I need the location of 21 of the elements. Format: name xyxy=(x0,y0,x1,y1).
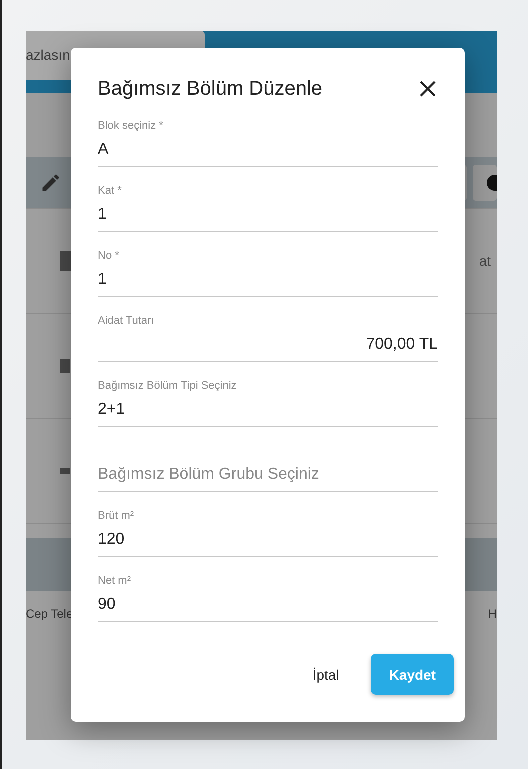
field-label: Net m² xyxy=(98,575,132,589)
column-header: H xyxy=(488,606,497,620)
input-field[interactable]: A xyxy=(98,135,438,167)
field-label: Blok seçiniz * xyxy=(98,120,164,134)
row-text: at xyxy=(479,253,491,269)
input-field[interactable]: 90 xyxy=(98,590,438,622)
field-label: Brüt m² xyxy=(98,510,136,524)
field-label: Bağımsız Bölüm Tipi Seçiniz xyxy=(98,380,238,394)
toolbar-button[interactable] xyxy=(473,164,497,200)
input-field[interactable]: 1 xyxy=(98,265,438,297)
input-field[interactable]: 700,00 TL xyxy=(98,330,438,362)
input-field[interactable]: 1 xyxy=(98,200,438,232)
pencil-icon[interactable] xyxy=(40,172,62,194)
select-field[interactable]: Bağımsız Bölüm Grubu Seçiniz xyxy=(98,460,438,492)
field-label: Kat * xyxy=(98,185,123,199)
field-label: Aidat Tutarı xyxy=(98,315,156,329)
close-icon[interactable] xyxy=(418,79,438,99)
input-field[interactable]: 2+1 xyxy=(98,395,438,427)
input-field[interactable]: 120 xyxy=(98,525,438,557)
dialog-title: Bağımsız Bölüm Düzenle xyxy=(98,78,323,100)
field-label: No * xyxy=(98,250,120,264)
